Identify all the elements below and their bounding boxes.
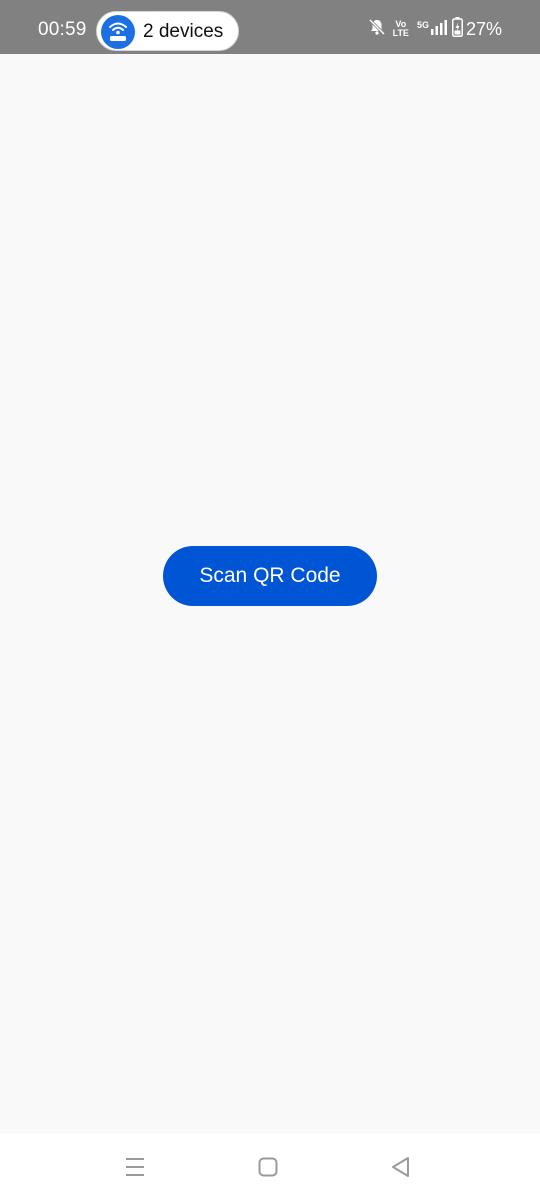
volte-bottom: LTE [392, 28, 409, 38]
hotspot-icon [101, 15, 135, 49]
network-type: 5G [416, 20, 429, 30]
signal-icon [430, 19, 447, 40]
status-bar: 00:59 2 devices Vo LTE 5G 27% [0, 0, 540, 54]
navigation-bar [0, 1134, 540, 1200]
hotspot-devices-label: 2 devices [143, 21, 224, 42]
status-time: 00:59 [38, 19, 87, 40]
battery-percent: 27% [465, 18, 502, 39]
volte-icon: Vo LTE [393, 20, 409, 38]
menu-icon[interactable] [120, 1154, 150, 1180]
back-icon[interactable] [386, 1154, 416, 1180]
status-icons: Vo LTE 5G 27% [361, 16, 502, 42]
home-icon[interactable] [253, 1154, 283, 1180]
scan-qr-code-button[interactable]: Scan QR Code [163, 546, 377, 606]
hotspot-indicator[interactable]: 2 devices [96, 11, 239, 51]
bell-muted-icon [368, 18, 386, 41]
battery-charging-icon [451, 16, 463, 42]
